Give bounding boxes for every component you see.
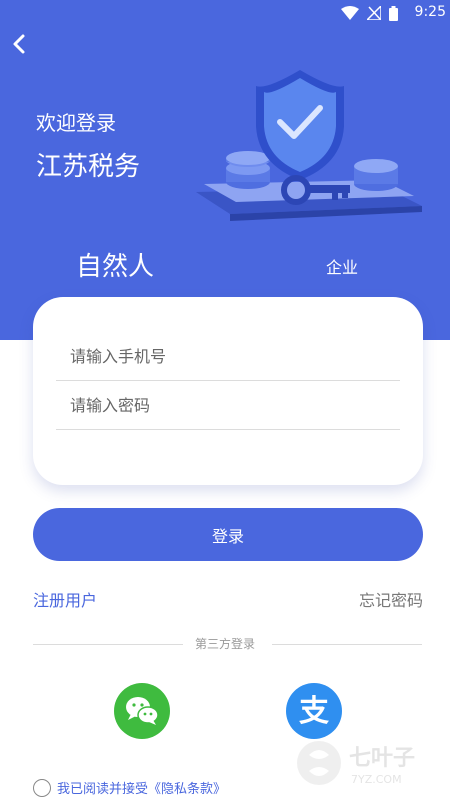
agreement-text[interactable]: 我已阅读并接受《隐私条款》 [57,778,226,797]
watermark-brand: 七叶子 [349,746,415,771]
privacy-agreement: 我已阅读并接受《隐私条款》 [33,778,226,797]
register-link[interactable]: 注册用户 [33,587,97,611]
watermark-logo: 七叶子 7YZ.COM [297,741,415,786]
battery-icon [389,5,398,21]
wifi-icon [341,6,359,20]
login-button[interactable]: 登录 [33,508,423,561]
divider-right [272,644,422,645]
wechat-icon [126,697,159,725]
watermark-domain: 7YZ.COM [351,773,402,786]
brand-title: 江苏税务 [36,152,141,182]
welcome-text: 欢迎登录 [36,111,116,135]
tab-enterprise[interactable]: 企业 [326,254,358,278]
wechat-login-button[interactable] [114,683,170,739]
no-signal-icon [367,6,381,20]
svg-text:支: 支 [299,694,329,729]
phone-input[interactable] [56,333,400,381]
password-input[interactable] [56,382,400,430]
status-time: 9:25 [414,4,446,20]
status-bar: 9:25 [0,0,450,26]
back-icon[interactable] [6,30,34,58]
forgot-password-link[interactable]: 忘记密码 [359,587,423,611]
alipay-icon: 支 [299,694,329,729]
security-shield-illustration [196,70,422,221]
agree-radio[interactable] [33,778,51,797]
tab-natural-person[interactable]: 自然人 [76,246,154,283]
alipay-login-button[interactable]: 支 [286,683,342,739]
status-icons [341,5,398,21]
